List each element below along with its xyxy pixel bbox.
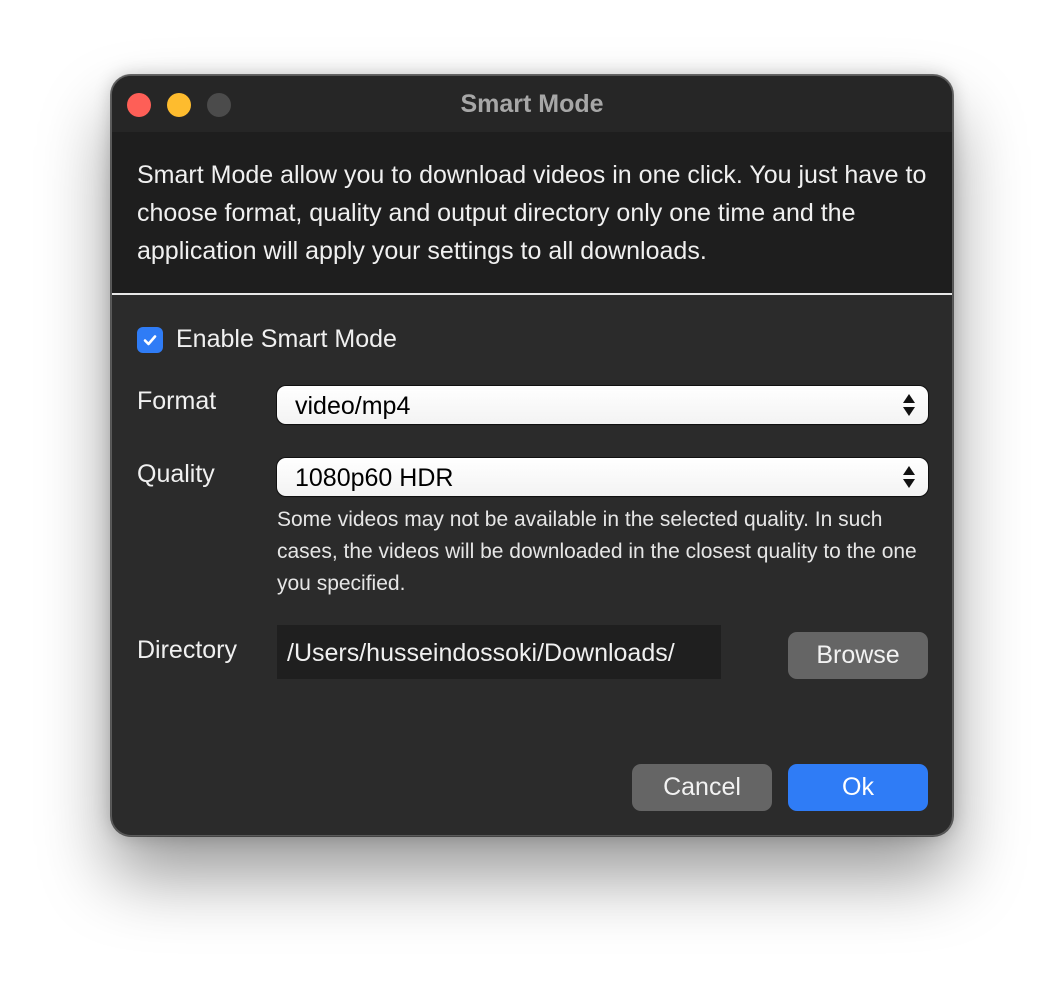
enable-smart-mode-checkbox[interactable] — [137, 326, 163, 353]
window-title: Smart Mode — [460, 90, 604, 118]
smart-mode-dialog: Smart Mode Smart Mode allow you to downl… — [111, 75, 953, 836]
updown-arrows-icon — [903, 394, 915, 416]
format-select[interactable]: video/mp4 — [277, 386, 928, 424]
quality-hint: Some videos may not be available in the … — [277, 508, 917, 595]
settings-panel: Enable Smart Mode Format video/mp4 Quali… — [112, 295, 952, 835]
directory-label: Directory — [137, 636, 238, 664]
enable-smart-mode-label[interactable]: Enable Smart Mode — [176, 325, 397, 354]
cancel-button[interactable]: Cancel — [632, 764, 772, 811]
intro-text: Smart Mode allow you to download videos … — [137, 161, 927, 265]
quality-select-value: 1080p60 HDR — [295, 464, 454, 492]
updown-arrows-icon — [903, 466, 915, 488]
browse-button[interactable]: Browse — [788, 632, 928, 679]
quality-select[interactable]: 1080p60 HDR — [277, 458, 928, 496]
enable-smart-mode-row[interactable]: Enable Smart Mode — [137, 325, 397, 354]
title-bar: Smart Mode — [112, 76, 952, 132]
checkmark-icon — [143, 334, 157, 345]
directory-field[interactable]: /Users/husseindossoki/Downloads/ — [277, 625, 721, 679]
format-select-value: video/mp4 — [295, 392, 411, 420]
quality-label: Quality — [137, 460, 215, 488]
format-label: Format — [137, 387, 217, 415]
intro-panel: Smart Mode allow you to download videos … — [112, 132, 952, 295]
directory-path: /Users/husseindossoki/Downloads/ — [287, 639, 675, 667]
ok-button[interactable]: Ok — [788, 764, 928, 811]
